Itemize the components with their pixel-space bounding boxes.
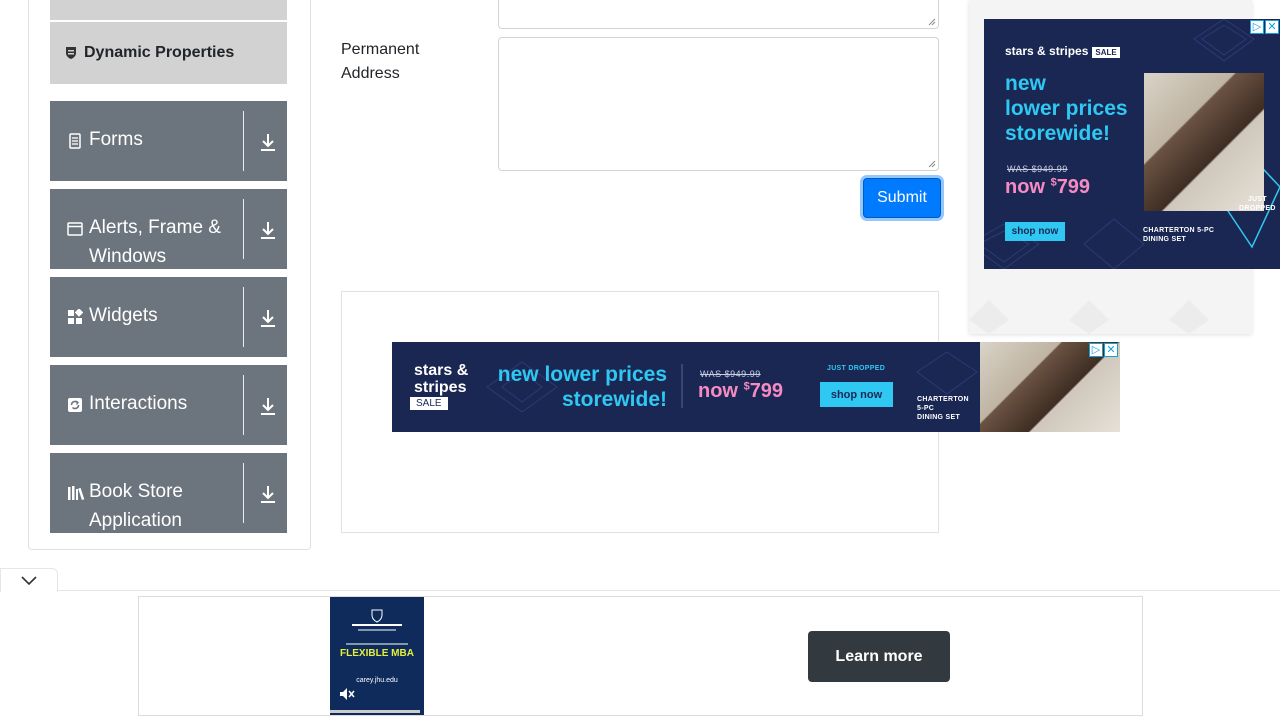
ad-choices-icon[interactable]: ▷ [1089,343,1103,357]
was-price: WAS $949.99 [1007,164,1068,174]
ad-headline: new lower prices storewide! [492,362,667,412]
badge-line2: DROPPED [1239,205,1276,212]
permanent-address-label: Permanent Address [341,38,461,86]
headline-line2: storewide! [561,388,667,411]
mba-title: FLEXIBLE MBA [340,648,414,659]
headline-line3: storewide! [1005,122,1111,145]
product-line1: CHARTERTON [917,396,969,403]
now-prefix: now [698,380,738,402]
divider [243,463,244,523]
ad-stars-stripes-right[interactable]: stars & stripes SALE new lower prices sto… [984,19,1280,269]
product-line2: 5-PC [917,405,935,412]
now-amount: 799 [1056,176,1091,198]
form-doc-icon [67,133,83,149]
divider [243,375,244,435]
product-name: CHARTERTON 5-PC DINING SET [917,395,969,422]
group-header-forms[interactable]: Forms [50,101,287,181]
product-line3: DINING SET [917,414,961,421]
permanent-address-textarea[interactable] [498,37,939,171]
group-header-widgets[interactable]: Widgets [50,277,287,357]
ad-headline: new lower prices storewide! [1005,71,1128,146]
shop-now-button[interactable]: shop now [820,382,893,407]
headline-line1: new lower prices [497,363,667,386]
sidebar-item-label: Dynamic Properties [84,44,235,61]
ad-brand: stars & stripes SALE [1005,44,1120,58]
group-header-book-store[interactable]: Book Store Application [50,453,287,533]
resize-handle-icon[interactable] [928,18,936,26]
shop-now-button[interactable]: shop now [1005,222,1065,241]
group-header-alerts[interactable]: Alerts, Frame & Windows [50,189,287,269]
ad-stars-stripes-banner[interactable]: stars & stripes SALE new lower prices stor… [392,342,1120,432]
refresh-icon [67,397,83,413]
label-line2: Address [341,65,400,82]
resize-handle-icon[interactable] [928,160,936,168]
chevron-down-icon [21,576,37,586]
product-line2: DINING SET [1143,236,1187,243]
badge-line1: JUST [1247,196,1267,203]
group-label-line1: Book Store [89,481,183,502]
group-label: Book Store Application [89,477,244,535]
just-dropped-label: JUST DROPPED [827,365,886,372]
group-label: Interactions [89,393,188,414]
now-price: now $799 [1005,176,1090,199]
group-label-line1: Alerts, Frame & [89,217,221,238]
now-amount: 799 [749,380,784,402]
brand-text: stars & stripes [1005,44,1089,58]
widgets-grid-icon [67,308,84,325]
window-icon [67,221,83,237]
ad-brand: stars & stripes [414,362,468,396]
mute-icon[interactable] [339,687,355,706]
sidebar-item-previous[interactable] [50,0,287,20]
download-icon[interactable] [258,131,278,153]
group-label: Widgets [89,305,158,326]
ad-close-icon[interactable]: ✕ [1265,20,1279,34]
brand-line2: stripes [414,379,467,396]
was-price: WAS $949.99 [700,369,761,379]
group-header-interactions[interactable]: Interactions [50,365,287,445]
brand-line1: stars & [414,362,469,379]
download-icon[interactable] [258,307,278,329]
divider [243,287,244,347]
mba-video-ad[interactable]: FLEXIBLE MBA carey.jhu.edu [330,597,424,715]
group-label-line2: Windows [89,246,167,267]
divider [243,199,244,259]
learn-more-button[interactable]: Learn more [808,631,950,682]
headline-line1: new [1005,72,1046,95]
current-address-textarea[interactable] [498,0,939,29]
sale-badge: SALE [1092,47,1120,58]
ad-close-icon[interactable]: ✕ [1104,343,1118,357]
sticky-ad-divider [0,590,1280,591]
bottom-sticky-ad[interactable] [138,596,1143,716]
shield-icon [65,46,77,60]
collapse-ad-button[interactable] [0,568,58,592]
label-line1: Permanent [341,41,420,58]
now-price: now $799 [698,380,783,403]
mba-url: carey.jhu.edu [356,677,398,684]
group-label: Alerts, Frame & Windows [89,213,244,271]
group-label: Forms [89,129,143,150]
submit-button[interactable]: Submit [863,178,941,218]
download-icon[interactable] [258,483,278,505]
product-line1: CHARTERTON 5-PC [1143,227,1215,234]
dining-set-photo [1144,73,1264,211]
headline-line2: lower prices [1005,97,1128,120]
just-dropped-badge: JUST DROPPED [1239,195,1276,213]
download-icon[interactable] [258,395,278,417]
product-name: CHARTERTON 5-PC DINING SET [1143,226,1214,244]
sale-badge: SALE [410,397,448,410]
download-icon[interactable] [258,219,278,241]
ad-choices-icon[interactable]: ▷ [1250,20,1264,34]
group-label-line2: Application [89,510,182,531]
now-prefix: now [1005,176,1045,198]
divider [243,111,244,171]
books-icon [67,485,85,501]
sidebar-item-dynamic-properties[interactable]: Dynamic Properties [50,22,287,84]
